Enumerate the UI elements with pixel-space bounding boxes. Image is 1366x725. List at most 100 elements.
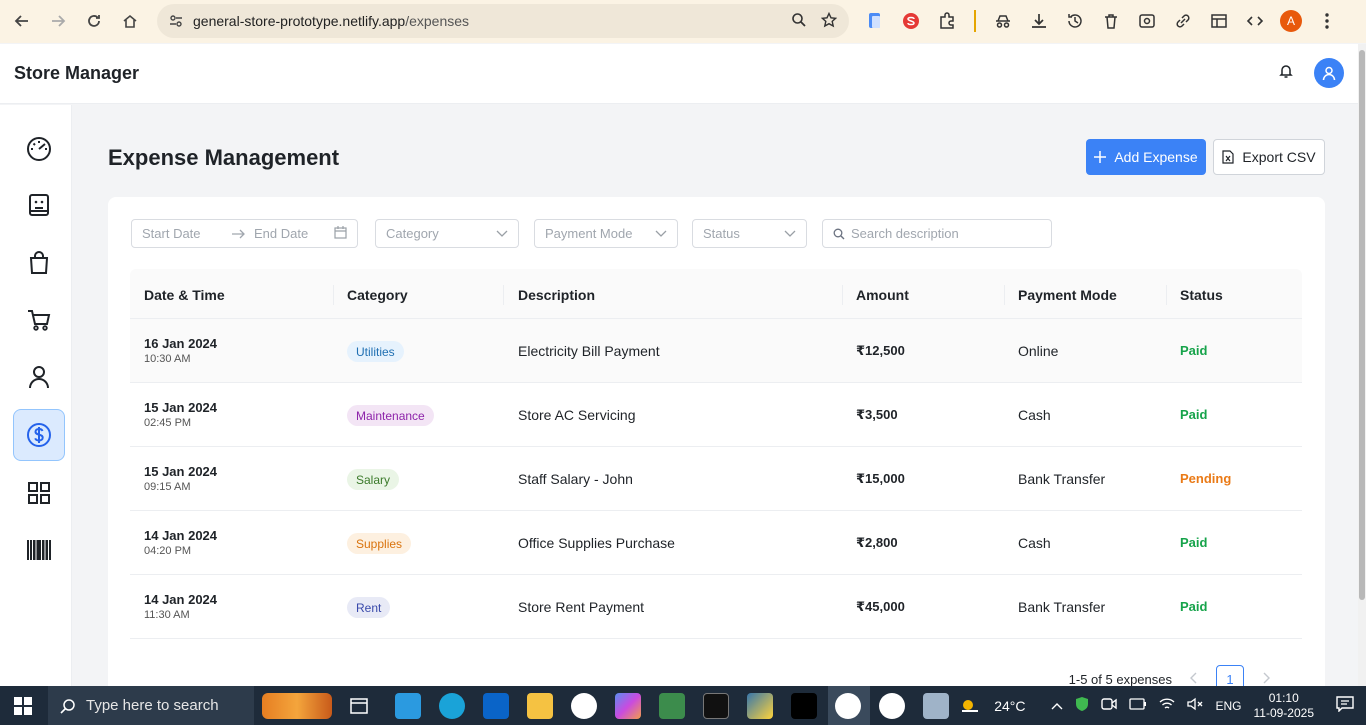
trash-icon[interactable] [1098, 8, 1124, 34]
table-row[interactable]: 16 Jan 2024 10:30 AM Utilities Electrici… [130, 319, 1302, 383]
sidebar-item-billing[interactable] [13, 179, 65, 231]
header-status[interactable]: Status [1180, 287, 1223, 303]
category-select[interactable]: Category [375, 219, 519, 248]
site-info-icon[interactable] [169, 14, 183, 28]
security-shield-icon[interactable] [1075, 696, 1089, 715]
taskbar-search[interactable]: Type here to search [48, 686, 254, 725]
battery-icon[interactable] [1129, 698, 1147, 713]
profile-avatar[interactable]: A [1278, 8, 1304, 34]
weather-icon[interactable] [960, 697, 982, 715]
git-icon[interactable] [659, 693, 685, 719]
bell-icon[interactable] [1278, 63, 1294, 84]
sidebar-item-products[interactable] [13, 237, 65, 289]
url-host: general-store-prototype.netlify.app [193, 13, 406, 29]
table-row[interactable]: 15 Jan 2024 09:15 AM Salary Staff Salary… [130, 447, 1302, 511]
incognito-icon[interactable] [990, 8, 1016, 34]
meet-icon[interactable] [1101, 697, 1118, 714]
status-badge: Paid [1180, 599, 1208, 614]
browser-menu-icon[interactable] [1314, 8, 1340, 34]
user-avatar[interactable] [1314, 58, 1344, 88]
header-amount[interactable]: Amount [856, 287, 909, 303]
table-row[interactable]: 15 Jan 2024 02:45 PM Maintenance Store A… [130, 383, 1302, 447]
address-bar[interactable]: general-store-prototype.netlify.app/expe… [157, 4, 849, 38]
back-icon[interactable] [4, 3, 40, 39]
sidebar-item-dashboard[interactable] [13, 122, 65, 174]
link-icon[interactable] [1170, 8, 1196, 34]
header-date-time[interactable]: Date & Time [144, 287, 225, 303]
outlook-icon[interactable] [483, 693, 509, 719]
chrome-profile-icon[interactable] [571, 693, 597, 719]
app-cube-icon[interactable] [791, 693, 817, 719]
end-date-input[interactable]: End Date [254, 226, 308, 241]
wifi-icon[interactable] [1159, 697, 1175, 714]
page-title: Expense Management [108, 145, 340, 170]
expenses-table: Date & Time Category Description Amount … [130, 269, 1302, 639]
search-input[interactable]: Search description [851, 226, 959, 241]
payment-mode-select[interactable]: Payment Mode [534, 219, 678, 248]
copilot-icon[interactable] [615, 693, 641, 719]
python-icon[interactable] [747, 693, 773, 719]
file-explorer-icon[interactable] [527, 693, 553, 719]
terminal-icon[interactable] [703, 693, 729, 719]
header-payment-mode[interactable]: Payment Mode [1018, 287, 1117, 303]
language[interactable]: ENG [1215, 699, 1241, 713]
header-category[interactable]: Category [347, 287, 408, 303]
edge-icon[interactable] [439, 693, 465, 719]
windows-start-icon[interactable] [14, 697, 32, 720]
sidebar-item-categories[interactable] [13, 467, 65, 519]
export-csv-button[interactable]: Export CSV [1213, 139, 1325, 175]
chevron-up-icon[interactable] [1051, 699, 1063, 713]
clock[interactable]: 01:10 11-09-2025 [1254, 691, 1315, 721]
chrome-icon[interactable] [835, 693, 861, 719]
volume-mute-icon[interactable] [1187, 697, 1203, 714]
table-icon[interactable] [1206, 8, 1232, 34]
user-icon [1322, 66, 1336, 81]
page-scrollbar[interactable] [1358, 44, 1366, 686]
search-field[interactable]: Search description [822, 219, 1052, 248]
extension-docs-icon[interactable] [862, 8, 888, 34]
table-row[interactable]: 14 Jan 2024 04:20 PM Supplies Office Sup… [130, 511, 1302, 575]
search-icon [833, 228, 845, 240]
row-time: 10:30 AM [144, 353, 191, 365]
category-tag: Utilities [347, 341, 404, 362]
chrome-profile-icon[interactable] [879, 693, 905, 719]
zoom-icon[interactable] [791, 12, 807, 31]
download-icon[interactable] [1026, 8, 1052, 34]
taskbar: Type here to search 24°C ENG 01:10 11-09… [0, 686, 1366, 725]
forward-icon[interactable] [40, 3, 76, 39]
extension-shield-icon[interactable] [898, 8, 924, 34]
task-view-icon[interactable] [346, 693, 372, 719]
date-range-picker[interactable]: Start Date End Date [131, 219, 358, 248]
screenshot-icon[interactable] [1134, 8, 1160, 34]
scrollbar-thumb[interactable] [1359, 50, 1365, 600]
temperature: 24°C [994, 697, 1026, 714]
add-expense-button[interactable]: Add Expense [1086, 139, 1206, 175]
start-date-input[interactable]: Start Date [142, 226, 227, 241]
shopping-bag-icon [29, 251, 49, 274]
status-badge: Paid [1180, 535, 1208, 550]
table-row[interactable]: 14 Jan 2024 11:30 AM Rent Store Rent Pay… [130, 575, 1302, 639]
home-icon[interactable] [112, 3, 148, 39]
sidebar-item-orders[interactable] [13, 294, 65, 346]
app-icon[interactable] [395, 693, 421, 719]
status-select[interactable]: Status [692, 219, 807, 248]
header-description[interactable]: Description [518, 287, 595, 303]
code-icon[interactable] [1242, 8, 1268, 34]
extensions-puzzle-icon[interactable] [934, 8, 960, 34]
app-icon[interactable] [923, 693, 949, 719]
sidebar-item-expenses[interactable] [13, 409, 65, 461]
status-badge: Paid [1180, 343, 1208, 358]
next-page-icon[interactable] [1262, 672, 1270, 687]
sidebar-item-customers[interactable] [13, 351, 65, 403]
browser-toolbar: general-store-prototype.netlify.app/expe… [0, 0, 1366, 43]
register-icon [29, 194, 49, 216]
status-badge: Paid [1180, 407, 1208, 422]
history-icon[interactable] [1062, 8, 1088, 34]
reload-icon[interactable] [76, 3, 112, 39]
weather-widget-icon[interactable] [262, 693, 332, 719]
prev-page-icon[interactable] [1190, 672, 1198, 687]
sidebar-item-barcodes[interactable] [13, 524, 65, 576]
notifications-icon[interactable] [1336, 696, 1354, 715]
bookmark-star-icon[interactable] [820, 11, 838, 31]
file-excel-icon [1222, 150, 1235, 164]
